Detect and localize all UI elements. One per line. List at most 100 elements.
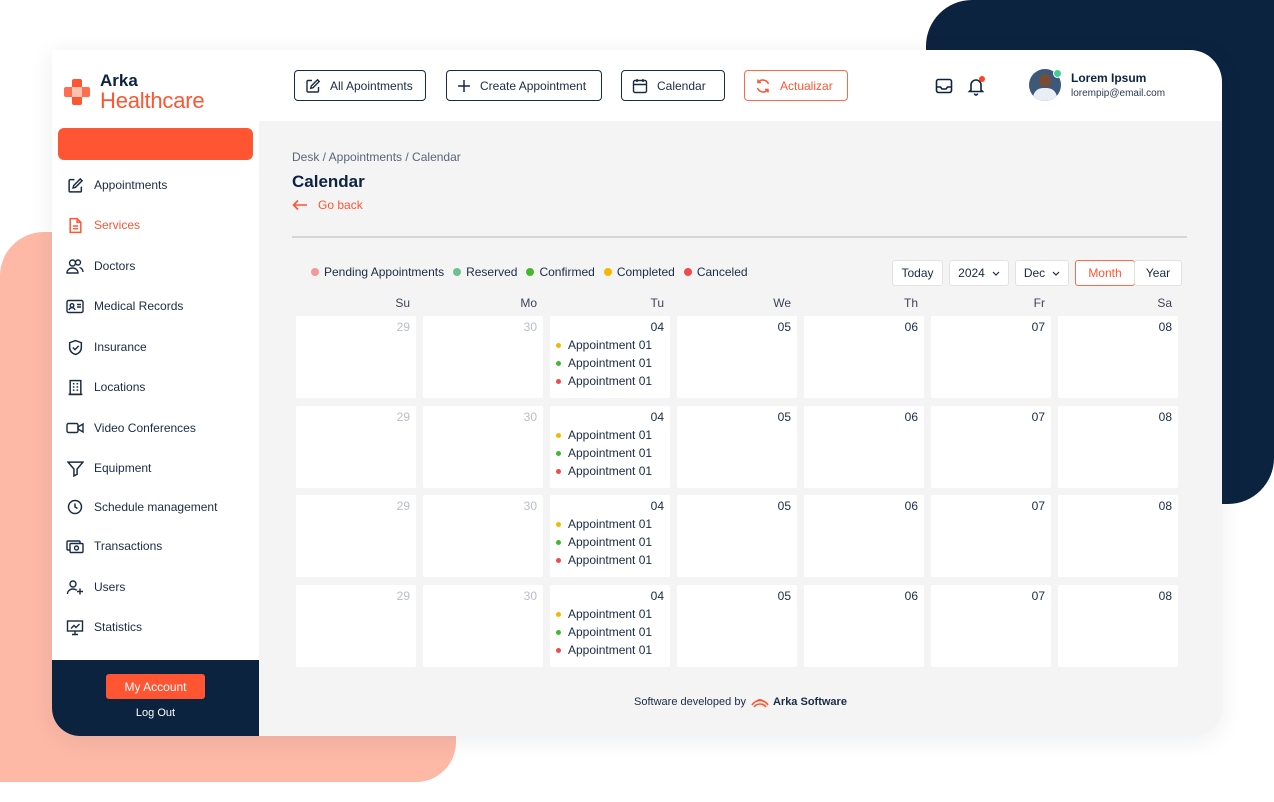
medical-cross-icon [64, 79, 90, 105]
weekday-header: Fr [1033, 296, 1045, 310]
calendar-day-cell[interactable]: 04 Appointment 01 Appointment 01 Appointmen… [550, 495, 670, 577]
sidebar-item-locations[interactable]: Locations [66, 377, 145, 397]
calendar-day-cell[interactable]: 04 Appointment 01 Appointment 01 Appointmen… [550, 316, 670, 398]
calendar-button[interactable]: Calendar [621, 70, 725, 101]
all-appointments-button[interactable]: All Apointments [294, 70, 426, 101]
calendar-day-cell[interactable]: 07 [931, 316, 1051, 398]
view-year-tab[interactable]: Year [1134, 260, 1182, 286]
sidebar-item-users[interactable]: Users [66, 577, 125, 597]
calendar-day-cell[interactable]: 29 [296, 316, 416, 398]
sidebar-item-equipment[interactable]: Equipment [66, 458, 151, 478]
calendar-day-cell[interactable]: 29 [296, 495, 416, 577]
sidebar-item-statistics[interactable]: Statistics [66, 617, 142, 637]
calendar-day-cell[interactable]: 06 [804, 316, 924, 398]
calendar-day-cell[interactable]: 04 Appointment 01 Appointment 01 Appointmen… [550, 585, 670, 667]
appointment-entry[interactable]: Appointment 01 [556, 625, 652, 639]
calendar-day-cell[interactable]: 07 [931, 406, 1051, 488]
appointment-status-dot [556, 629, 561, 635]
calendar-day-cell[interactable]: 05 [677, 316, 797, 398]
calendar-day-cell[interactable]: 07 [931, 495, 1051, 577]
appointment-label: Appointment 01 [568, 338, 653, 352]
day-number: 08 [1158, 499, 1172, 513]
clock-icon [66, 498, 84, 516]
calendar-day-cell[interactable]: 05 [677, 406, 797, 488]
day-number: 29 [396, 320, 410, 334]
calendar-day-cell[interactable]: 30 [423, 495, 543, 577]
calendar-day-cell[interactable]: 08 [1058, 495, 1178, 577]
appointment-entry[interactable]: Appointment 01 [556, 607, 652, 621]
appointment-label: Appointment 01 [568, 607, 653, 621]
sidebar-item-label: Transactions [94, 539, 163, 553]
legend-dot [311, 268, 319, 276]
view-month-tab[interactable]: Month [1075, 260, 1135, 286]
legend-label: Pending Appointments [324, 265, 445, 279]
calendar-day-cell[interactable]: 06 [804, 585, 924, 667]
refresh-button[interactable]: Actualizar [744, 70, 848, 101]
appointment-entry[interactable]: Appointment 01 [556, 553, 652, 567]
appointment-entry[interactable]: Appointment 01 [556, 356, 652, 370]
sidebar-item-schedule-management[interactable]: Schedule management [66, 497, 217, 517]
log-out-link[interactable]: Log Out [52, 707, 259, 719]
calendar-day-cell[interactable]: 04 Appointment 01 Appointment 01 Appointmen… [550, 406, 670, 488]
appointment-entry[interactable]: Appointment 01 [556, 464, 652, 478]
sidebar-item-video-conferences[interactable]: Video Conferences [66, 418, 196, 438]
calendar-day-cell[interactable]: 08 [1058, 406, 1178, 488]
presentation-chart-icon [66, 618, 84, 636]
sidebar-footer: My Account Log Out [52, 660, 259, 736]
edit-icon [306, 78, 321, 93]
my-account-button[interactable]: My Account [106, 674, 205, 699]
day-number: 04 [650, 410, 664, 424]
calendar-day-cell[interactable]: 30 [423, 406, 543, 488]
calendar-day-cell[interactable]: 06 [804, 495, 924, 577]
user-profile[interactable]: Lorem Ipsum lorempip@email.com [1029, 69, 1165, 101]
sidebar-item-appointments[interactable]: Appointments [66, 175, 167, 195]
sidebar-item-medical-records[interactable]: Medical Records [66, 296, 183, 316]
calendar-day-cell[interactable]: 29 [296, 406, 416, 488]
legend-dot [453, 268, 462, 276]
go-back-label: Go back [318, 198, 363, 212]
go-back-link[interactable]: Go back [292, 198, 363, 212]
create-appointment-button[interactable]: Create Appointment [446, 70, 602, 101]
appointment-status-dot [556, 539, 561, 545]
calendar-day-cell[interactable]: 30 [423, 585, 543, 667]
appointment-status-dot [556, 450, 561, 456]
appointment-label: Appointment 01 [568, 553, 653, 567]
year-select[interactable]: 2024 [949, 260, 1009, 286]
appointment-entry[interactable]: Appointment 01 [556, 338, 652, 352]
calendar-day-cell[interactable]: 07 [931, 585, 1051, 667]
brand-name-line1: Arka [100, 71, 138, 90]
sidebar-item-insurance[interactable]: Insurance [66, 337, 147, 357]
appointment-entry[interactable]: Appointment 01 [556, 643, 652, 657]
calendar-day-cell[interactable]: 30 [423, 316, 543, 398]
appointment-entry[interactable]: Appointment 01 [556, 428, 652, 442]
calendar-day-cell[interactable]: 05 [677, 585, 797, 667]
mail-icon[interactable] [934, 76, 954, 96]
legend-label: Reserved [466, 265, 518, 279]
calendar-day-cell[interactable]: 29 [296, 585, 416, 667]
user-plus-icon [66, 578, 84, 596]
sidebar-item-services[interactable]: Services [66, 215, 140, 235]
appointment-status-dot [556, 378, 561, 384]
calendar-day-cell[interactable]: 08 [1058, 585, 1178, 667]
day-number: 04 [650, 320, 664, 334]
appointment-entry[interactable]: Appointment 01 [556, 535, 652, 549]
calendar-day-cell[interactable]: 05 [677, 495, 797, 577]
appointment-entry[interactable]: Appointment 01 [556, 374, 652, 388]
bell-icon[interactable] [966, 76, 986, 96]
chevron-down-icon [1052, 271, 1060, 276]
month-select[interactable]: Dec [1015, 260, 1069, 286]
year-select-value: 2024 [958, 266, 985, 280]
sidebar-item-transactions[interactable]: Transactions [66, 536, 162, 556]
sidebar-highlight-bar[interactable] [58, 128, 253, 160]
calendar-day-cell[interactable]: 06 [804, 406, 924, 488]
arrow-left-icon [292, 199, 307, 211]
appointment-entry[interactable]: Appointment 01 [556, 517, 652, 531]
appointment-entry[interactable]: Appointment 01 [556, 446, 652, 460]
sidebar-item-label: Video Conferences [94, 421, 196, 435]
today-button[interactable]: Today [892, 260, 943, 286]
legend-item-reserved: Reserved [453, 265, 517, 279]
user-name: Lorem Ipsum [1071, 71, 1147, 85]
brand-logo[interactable]: Arka Healthcare [64, 71, 205, 112]
sidebar-item-doctors[interactable]: Doctors [66, 256, 135, 276]
calendar-day-cell[interactable]: 08 [1058, 316, 1178, 398]
